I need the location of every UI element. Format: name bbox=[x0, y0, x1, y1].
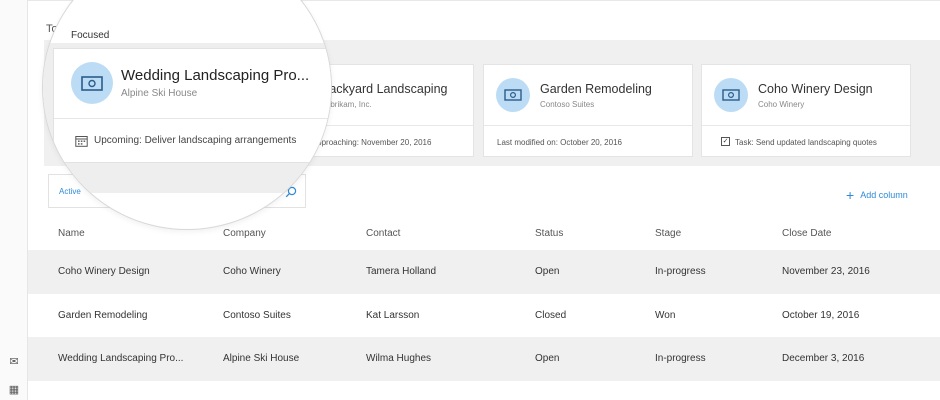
table-row[interactable]: Garden Remodeling Contoso Suites Kat Lar… bbox=[28, 294, 940, 338]
checkbox-icon[interactable]: ✓ bbox=[721, 137, 730, 146]
cell-contact: Kat Larsson bbox=[366, 310, 420, 321]
card-footer: Upcoming: Deliver landscaping arrangemen… bbox=[54, 118, 331, 164]
card-subtitle: Alpine Ski House bbox=[121, 88, 198, 99]
card-footer-text: Last modified on: October 20, 2016 bbox=[497, 138, 622, 147]
column-header-status[interactable]: Status bbox=[535, 228, 563, 239]
cell-stage: In-progress bbox=[655, 353, 706, 364]
plus-icon: + bbox=[846, 187, 855, 203]
card-coho-winery-design[interactable]: Coho Winery Design Coho Winery ✓ Task: S… bbox=[701, 64, 911, 157]
column-header-close-date[interactable]: Close Date bbox=[782, 228, 831, 239]
cell-close-date: December 3, 2016 bbox=[782, 353, 865, 364]
calendar-icon bbox=[75, 136, 88, 147]
card-footer: Last modified on: October 20, 2016 bbox=[484, 125, 692, 158]
cell-status: Open bbox=[535, 266, 560, 277]
cell-stage: In-progress bbox=[655, 266, 706, 277]
cell-contact: Tamera Holland bbox=[366, 266, 437, 277]
money-icon bbox=[722, 89, 740, 101]
deal-avatar bbox=[496, 78, 530, 112]
card-footer-text: Task: Send updated landscaping quotes bbox=[735, 138, 877, 147]
calendar-nav-icon[interactable]: ▦ bbox=[8, 384, 20, 396]
app-window: ✉ ▦ Today ♀ Backyard Landscaping Fabrika… bbox=[0, 0, 940, 400]
card-title: Backyard Landscaping bbox=[321, 82, 448, 96]
column-header-contact[interactable]: Contact bbox=[366, 228, 400, 239]
add-column-label: Add column bbox=[860, 190, 908, 200]
column-header-company[interactable]: Company bbox=[223, 228, 266, 239]
mail-icon[interactable]: ✉ bbox=[8, 356, 20, 368]
cell-name: Wedding Landscaping Pro... bbox=[58, 353, 184, 364]
card-subtitle: Contoso Suites bbox=[540, 100, 595, 109]
card-wedding-landscaping[interactable]: Wedding Landscaping Pro... Alpine Ski Ho… bbox=[53, 48, 331, 164]
cell-contact: Wilma Hughes bbox=[366, 353, 432, 364]
cell-name: Garden Remodeling bbox=[58, 310, 148, 321]
cell-stage: Won bbox=[655, 310, 676, 321]
column-header-name[interactable]: Name bbox=[58, 228, 85, 239]
cell-status: Closed bbox=[535, 310, 567, 321]
cell-name: Coho Winery Design bbox=[58, 266, 150, 277]
money-icon bbox=[504, 89, 522, 101]
money-icon bbox=[81, 75, 103, 91]
deal-avatar bbox=[714, 78, 748, 112]
cell-company: Contoso Suites bbox=[223, 310, 291, 321]
card-footer: ✓ Task: Send updated landscaping quotes bbox=[702, 125, 910, 158]
column-header-stage[interactable]: Stage bbox=[655, 228, 681, 239]
left-rail: ✉ ▦ bbox=[0, 0, 28, 400]
card-title: Garden Remodeling bbox=[540, 82, 652, 96]
table-row[interactable]: Coho Winery Design Coho Winery Tamera Ho… bbox=[28, 250, 940, 294]
cell-close-date: October 19, 2016 bbox=[782, 310, 860, 321]
focused-label: Focused bbox=[71, 30, 110, 41]
card-garden-remodeling[interactable]: Garden Remodeling Contoso Suites Last mo… bbox=[483, 64, 693, 157]
add-column-button[interactable]: + Add column bbox=[846, 187, 908, 203]
card-title: Coho Winery Design bbox=[758, 82, 873, 96]
deal-avatar bbox=[71, 62, 113, 104]
cell-close-date: November 23, 2016 bbox=[782, 266, 870, 277]
card-title: Wedding Landscaping Pro... bbox=[121, 67, 310, 84]
cell-company: Coho Winery bbox=[223, 266, 281, 277]
cell-status: Open bbox=[535, 353, 560, 364]
card-footer-text: Upcoming: Deliver landscaping arrangemen… bbox=[94, 135, 297, 146]
card-subtitle: Coho Winery bbox=[758, 100, 805, 109]
table-row[interactable]: Wedding Landscaping Pro... Alpine Ski Ho… bbox=[28, 337, 940, 381]
cell-company: Alpine Ski House bbox=[223, 353, 300, 364]
